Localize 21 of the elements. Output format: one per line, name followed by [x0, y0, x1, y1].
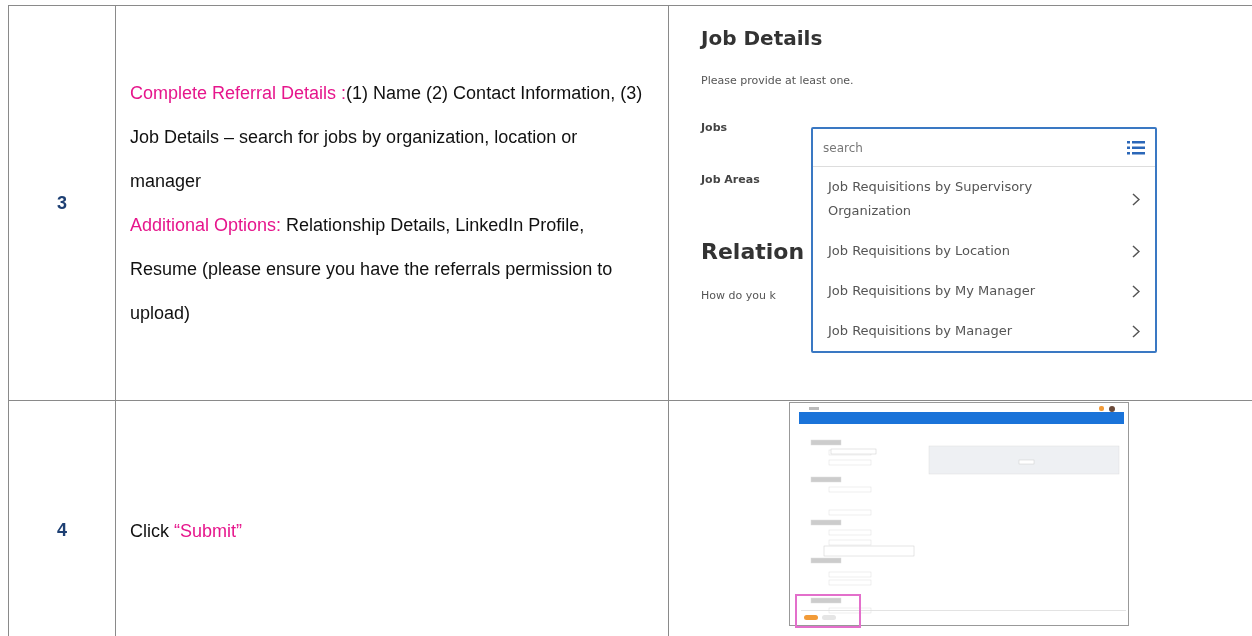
- menu-item[interactable]: Job Requisitions by My Manager: [813, 271, 1155, 311]
- menu-item[interactable]: Job Requisitions by Location: [813, 231, 1155, 271]
- chevron-right-icon: [1132, 244, 1140, 258]
- step-instructions: Click “Submit”: [130, 519, 243, 543]
- step-instructions: Additional Options: Relationship Details, LinkedIn Profile, Resume (please ensure you have the referrals permission to upload): [130, 214, 614, 325]
- step-number: 3: [57, 191, 67, 215]
- menu-item[interactable]: Job Requisitions by Manager: [813, 311, 1155, 351]
- field-label: Jobs: [701, 119, 728, 136]
- chevron-right-icon: [1132, 284, 1140, 298]
- step-instructions: Complete Referral Details :(1) Name (2) Contact Information, (3) Job Details – search for jobs by organization, location or manager: [130, 82, 644, 193]
- chevron-right-icon: [1132, 192, 1140, 206]
- step-number: 4: [57, 519, 67, 542]
- list-icon[interactable]: [1127, 140, 1145, 155]
- search-field[interactable]: search: [823, 138, 1023, 157]
- chevron-right-icon: [1132, 324, 1140, 338]
- menu-item[interactable]: Job Requisitions by Supervisory Organization: [813, 167, 1155, 231]
- hint-text: How do you k: [701, 287, 776, 304]
- section-heading: Job Details: [701, 25, 824, 52]
- field-label: Job Areas: [701, 172, 760, 188]
- section-heading: Relation: [701, 237, 805, 266]
- hint-text: Please provide at least one.: [701, 73, 855, 89]
